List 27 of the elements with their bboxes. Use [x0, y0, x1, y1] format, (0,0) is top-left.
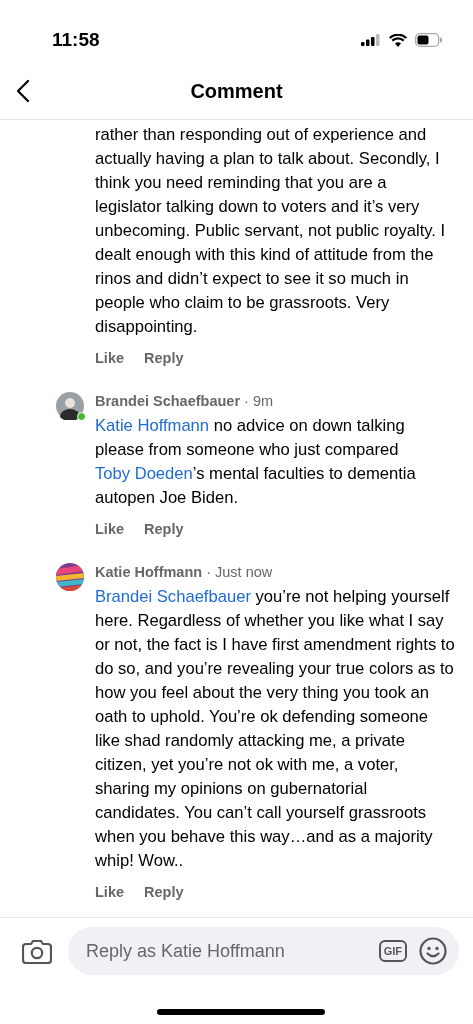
wifi-icon [389, 33, 407, 47]
comment-time: · Just now [206, 564, 273, 580]
mention-link[interactable]: Brandei Schaefbauer [95, 587, 251, 606]
online-indicator [77, 412, 86, 421]
comment-text: Katie Hoffmann no advice on down talking please from someone who just compared Toby Doeden’s mental faculties to dementia autopen Joe Biden. [95, 415, 417, 509]
like-button[interactable]: Like [95, 882, 124, 904]
camera-icon[interactable] [22, 938, 52, 964]
like-button[interactable]: Like [95, 519, 124, 541]
reply-button[interactable]: Reply [144, 882, 184, 904]
mention-link[interactable]: Toby Doeden [95, 464, 193, 483]
battery-icon [415, 33, 443, 47]
status-time: 11:58 [52, 27, 100, 52]
reply-button[interactable]: Reply [144, 519, 184, 541]
back-button[interactable] [16, 78, 30, 103]
reply-button[interactable]: Reply [144, 348, 184, 370]
author-name[interactable]: Katie Hoffmann [95, 564, 203, 580]
comment-text: rather than responding out of experience and actually having a plan to talk about. Secondly, I think you need reminding that you are a legislator talking down to voters and it’s very unbecoming. Public servant, not public royalty. I dealt enough with this kind of attitude from the rinos and didn’t expect to see it so much in people who claim to be grassroots. Very disappointing. [95, 124, 447, 338]
like-button[interactable]: Like [95, 348, 124, 370]
mention-link[interactable]: Katie Hoffmann [95, 416, 210, 435]
gif-button[interactable]: GIF [378, 940, 407, 962]
comment-text: Brandei Schaefbauer you’re not helping yourself here. Regardless of whether you like what I say or not, the fact is I have first amendment rights to do so, and you’re revealing your true colors as to how you feel about the very thing you took an oath to uphold. You’re ok defending someone like shad randomly attacking me, a private citizen, yet you’re not ok with me, a voter, sharing my opinions on gubernatorial candidates. You can’t call yourself grassroots when you behave this way…and as a majority whip! Wow.. [95, 586, 455, 872]
signal-icon [361, 34, 381, 46]
emoji-icon[interactable] [419, 937, 447, 965]
comment-time: · 9m [244, 393, 274, 409]
reply-field[interactable]: Reply as Katie Hoffmann GIF [68, 927, 459, 975]
page-title: Comment [190, 78, 283, 104]
author-name[interactable]: Brandei Schaefbauer [95, 393, 241, 409]
